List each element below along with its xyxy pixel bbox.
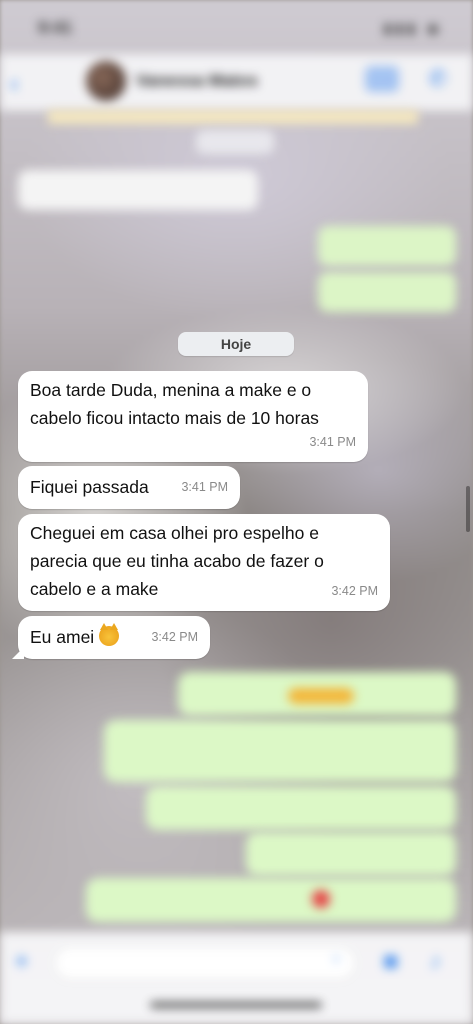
message-text: Eu amei: [30, 627, 95, 647]
message-input[interactable]: [54, 946, 356, 980]
plus-icon[interactable]: +: [14, 946, 29, 977]
scroll-indicator[interactable]: [466, 486, 470, 532]
heart-icon: [312, 890, 330, 908]
old-incoming-bubble: [18, 170, 258, 210]
status-time: 9:41: [38, 18, 73, 37]
chat-header: ‹ Vanessa Matos ✆: [0, 54, 473, 111]
outgoing-bubble: [146, 786, 456, 830]
emoji-row-icon: [288, 688, 354, 704]
video-call-icon[interactable]: [365, 66, 399, 92]
outgoing-bubble: [246, 832, 456, 876]
date-separator: Hoje: [178, 332, 294, 356]
old-outgoing-bubble: [318, 226, 456, 266]
message-time: 3:42 PM: [331, 584, 378, 598]
camera-icon[interactable]: ◙: [384, 948, 397, 974]
pinned-banner: [48, 110, 418, 124]
phone-icon[interactable]: ✆: [429, 66, 447, 92]
message-text: Cheguei em casa olhei pro espelho e pare…: [30, 523, 324, 599]
message-text: Fiquei passada: [30, 477, 149, 497]
signal-battery-icon: ▮▮▮ ◉: [383, 20, 443, 36]
heart-eyes-cat-icon: [99, 623, 120, 646]
message-time: 3:41 PM: [181, 480, 228, 494]
message-time: 3:41 PM: [309, 435, 356, 449]
sticker-icon[interactable]: ◔: [330, 952, 340, 970]
composer-bar: + ◔ ◙ ♪: [0, 932, 473, 1024]
back-icon[interactable]: ‹: [10, 68, 19, 99]
bubble-tail: [12, 647, 24, 659]
outgoing-bubble: [104, 720, 456, 782]
message-time: 3:42 PM: [151, 630, 198, 644]
incoming-message[interactable]: Boa tarde Duda, menina a make e o cabelo…: [18, 371, 368, 462]
contact-name[interactable]: Vanessa Matos: [136, 71, 258, 91]
avatar[interactable]: [86, 61, 126, 101]
outgoing-bubble: [86, 878, 456, 922]
incoming-message[interactable]: Cheguei em casa olhei pro espelho e pare…: [18, 514, 390, 611]
incoming-message[interactable]: Eu amei 3:42 PM: [12, 616, 210, 659]
mic-icon[interactable]: ♪: [430, 948, 441, 974]
home-indicator[interactable]: [150, 1002, 322, 1008]
message-text: Boa tarde Duda, menina a make e o cabelo…: [30, 380, 319, 428]
status-bar: 9:41 ▮▮▮ ◉: [0, 0, 473, 54]
old-date-pill: [196, 130, 274, 154]
incoming-message[interactable]: Fiquei passada 3:41 PM: [18, 466, 240, 509]
old-outgoing-bubble: [318, 272, 456, 312]
